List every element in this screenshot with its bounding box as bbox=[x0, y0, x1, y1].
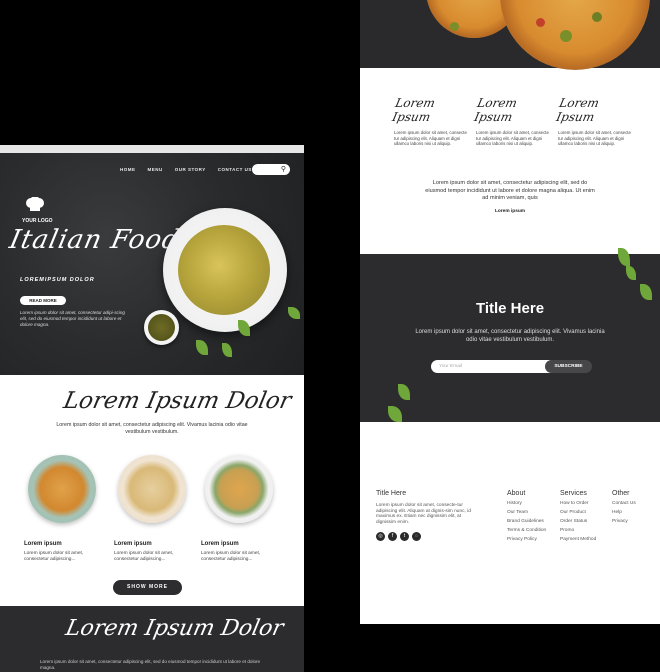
basil-leaf-icon bbox=[398, 384, 410, 400]
footer-link[interactable]: Promo bbox=[560, 528, 596, 533]
footer-heading: Services bbox=[560, 490, 587, 497]
basil-leaf-icon bbox=[618, 248, 630, 266]
footer-link[interactable]: Our Team bbox=[507, 510, 546, 515]
basil-leaf-icon bbox=[640, 284, 652, 300]
subscribe-text: Lorem ipsum dolor sit amet, consectetur … bbox=[415, 329, 605, 343]
nav-home[interactable]: HOME bbox=[120, 167, 136, 172]
hero-subtitle: LOREMIPSUM DOLOR bbox=[20, 277, 95, 283]
dish-card-title: Lorem ipsum bbox=[24, 541, 62, 547]
footer-column-about: About History Our Team Brand Guidelines … bbox=[507, 490, 546, 542]
footer-link[interactable]: Contact Us bbox=[612, 501, 636, 506]
footer: Title Here Lorem ipsum dolor sit amet, c… bbox=[360, 422, 660, 624]
footer-title: Title Here bbox=[376, 490, 407, 497]
feature-column: Lorem Ipsum Lorem ipsum dolor sit amet, … bbox=[391, 96, 468, 147]
footer-heading: Other bbox=[612, 490, 630, 497]
hero-text: Lorem ipsum dolor sit amet, consectetur … bbox=[20, 310, 125, 327]
pesto-sauce-image bbox=[148, 314, 175, 341]
whatsapp-icon[interactable]: ◌ bbox=[412, 532, 421, 542]
instagram-icon[interactable]: ◎ bbox=[376, 532, 385, 542]
nav-menu[interactable]: MENU bbox=[148, 167, 163, 172]
feature-title: Lorem Ipsum bbox=[473, 96, 519, 124]
search-input[interactable]: ⚲ bbox=[252, 164, 290, 175]
tomato-icon bbox=[536, 18, 545, 27]
footer-link[interactable]: Help bbox=[612, 510, 636, 515]
read-more-button[interactable]: READ MORE bbox=[20, 296, 66, 305]
olive-icon bbox=[560, 30, 572, 42]
footer-link[interactable]: How to Order bbox=[560, 501, 596, 506]
social-icons: ◎ f t ◌ bbox=[376, 532, 474, 542]
basil-leaf-icon bbox=[288, 307, 300, 319]
hero-title: Italian Food bbox=[6, 225, 184, 255]
footer-link[interactable]: Brand Guidelines bbox=[507, 519, 546, 524]
landing-page-left-mockup: HOME MENU OUR STORY CONTACT US ⚲ YOUR LO… bbox=[0, 145, 304, 672]
facebook-icon[interactable]: f bbox=[388, 532, 397, 542]
basil-leaf-icon bbox=[388, 406, 402, 422]
footer-link[interactable]: Payment Method bbox=[560, 537, 596, 542]
subscribe-title: Title Here bbox=[475, 300, 545, 317]
hero-section: HOME MENU OUR STORY CONTACT US ⚲ YOUR LO… bbox=[0, 145, 304, 375]
dish-card[interactable]: Lorem ipsum Lorem ipsum dolor sit amet, … bbox=[24, 455, 104, 563]
footer-heading: About bbox=[507, 490, 526, 497]
chef-hat-icon bbox=[26, 196, 44, 211]
section-title: Lorem Ipsum Dolor bbox=[61, 388, 294, 414]
footer-link[interactable]: Privacy bbox=[612, 519, 636, 524]
footer-link[interactable]: Privacy Policy bbox=[507, 537, 546, 542]
main-nav: HOME MENU OUR STORY CONTACT US bbox=[120, 167, 252, 172]
dish-image bbox=[205, 455, 273, 523]
dish-card-title: Lorem ipsum bbox=[201, 541, 239, 547]
dish-card[interactable]: Lorem ipsum Lorem ipsum dolor sit amet, … bbox=[114, 455, 194, 563]
footer-link[interactable]: Order Status bbox=[560, 519, 596, 524]
twitter-icon[interactable]: t bbox=[400, 532, 409, 542]
dish-card-text: Lorem ipsum dolor sit amet, consectetur … bbox=[201, 551, 261, 562]
feature-text: Lorem ipsum dolor sit amet, consecte tur… bbox=[476, 130, 549, 147]
mid-text: Lorem ipsum dolor sit amet, consectetur … bbox=[425, 180, 595, 201]
footer-link[interactable]: Our Product bbox=[560, 510, 596, 515]
nav-contact-us[interactable]: CONTACT US bbox=[218, 167, 252, 172]
email-field[interactable]: Your Email bbox=[431, 360, 551, 373]
feature-text: Lorem ipsum dolor sit amet, consecte tur… bbox=[394, 130, 467, 147]
show-more-button[interactable]: SHOW MORE bbox=[113, 580, 182, 595]
subscribe-button[interactable]: SUBSCRIBE bbox=[545, 360, 592, 373]
dish-image bbox=[118, 455, 186, 523]
landing-page-right-mockup: Lorem Ipsum Lorem ipsum dolor sit amet, … bbox=[360, 0, 660, 624]
footer-column-services: Services How to Order Our Product Order … bbox=[560, 490, 596, 542]
logo-text: YOUR LOGO bbox=[22, 218, 53, 224]
browser-top-bar bbox=[0, 145, 304, 153]
footer-link[interactable]: History bbox=[507, 501, 546, 506]
feature-column: Lorem Ipsum Lorem ipsum dolor sit amet, … bbox=[555, 96, 632, 147]
dark-section-text: Lorem ipsum dolor sit amet, consectetur … bbox=[40, 659, 261, 670]
pesto-pasta-image bbox=[178, 225, 270, 315]
dish-image bbox=[28, 455, 96, 523]
dish-card-text: Lorem ipsum dolor sit amet, consectetur … bbox=[24, 551, 84, 562]
feature-title: Lorem Ipsum bbox=[391, 96, 437, 124]
footer-about: Title Here Lorem ipsum dolor sit amet, c… bbox=[376, 490, 474, 542]
footer-column-other: Other Contact Us Help Privacy bbox=[612, 490, 636, 524]
dish-card-text: Lorem ipsum dolor sit amet, consectetur … bbox=[114, 551, 174, 562]
dish-card[interactable]: Lorem ipsum Lorem ipsum dolor sit amet, … bbox=[201, 455, 281, 563]
footer-link[interactable]: Terms & Condition bbox=[507, 528, 546, 533]
basil-leaf-icon bbox=[196, 340, 208, 355]
footer-about-text: Lorem ipsum dolor sit amet, consecte-tur… bbox=[376, 503, 471, 525]
search-icon[interactable]: ⚲ bbox=[281, 166, 286, 173]
olive-icon bbox=[450, 22, 459, 31]
feature-title: Lorem Ipsum bbox=[555, 96, 601, 124]
logo[interactable]: YOUR LOGO bbox=[22, 196, 53, 224]
nav-our-story[interactable]: OUR STORY bbox=[175, 167, 206, 172]
feature-text: Lorem ipsum dolor sit amet, consecte tur… bbox=[558, 130, 631, 147]
dark-section-title: Lorem Ipsum Dolor bbox=[63, 616, 286, 641]
basil-leaf-icon bbox=[626, 266, 636, 280]
basil-leaf-icon bbox=[222, 343, 232, 357]
subscribe-section: Title Here Lorem ipsum dolor sit amet, c… bbox=[360, 248, 660, 422]
feature-column: Lorem Ipsum Lorem ipsum dolor sit amet, … bbox=[473, 96, 550, 147]
mid-caption: Lorem ipsum bbox=[494, 209, 526, 214]
section-text: Lorem ipsum dolor sit amet, consectetur … bbox=[56, 422, 248, 435]
olive-icon bbox=[592, 12, 602, 22]
dark-section: Lorem Ipsum Dolor Lorem ipsum dolor sit … bbox=[0, 606, 304, 672]
dish-card-title: Lorem ipsum bbox=[114, 541, 152, 547]
